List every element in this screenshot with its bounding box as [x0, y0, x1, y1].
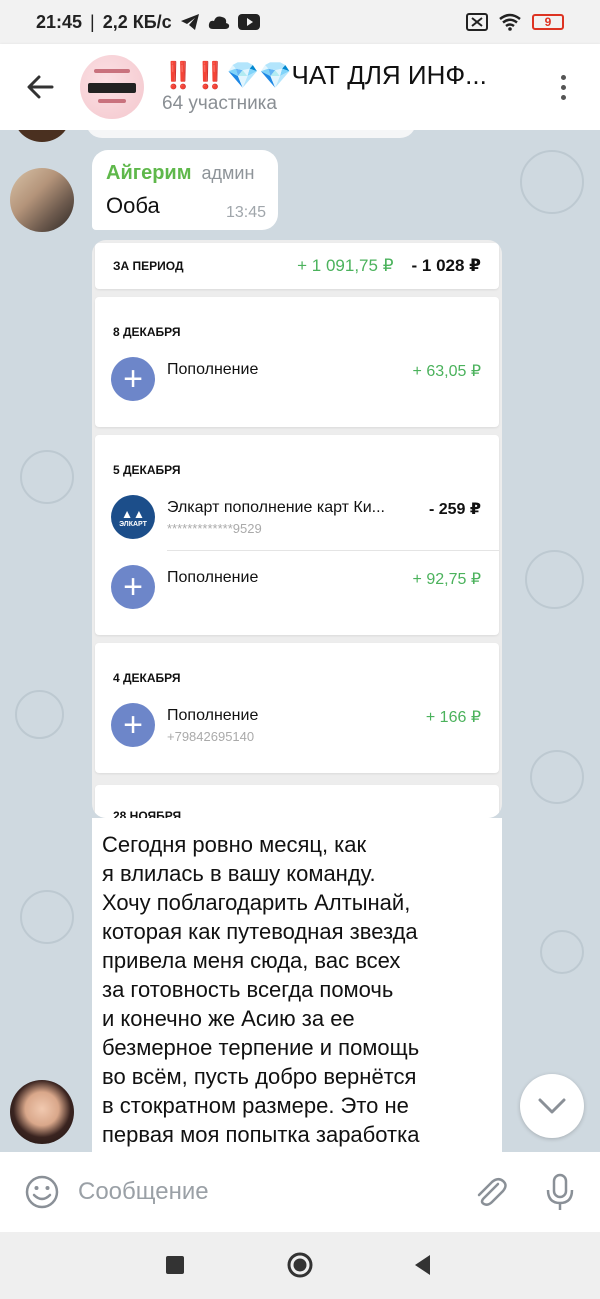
chat-area[interactable]: Айгерим админ Ооба 13:45 ЗА ПЕРИОД + 1 09…: [0, 130, 600, 1152]
transaction-amount: - 259 ₽: [428, 501, 481, 518]
period-summary: ЗА ПЕРИОД + 1 091,75 ₽ - 1 028 ₽: [95, 243, 499, 289]
plus-icon: +: [111, 565, 155, 609]
message-input-bar: Сообщение: [0, 1152, 600, 1232]
transaction-amount: + 63,05 ₽: [412, 363, 481, 380]
transaction-title: Пополнение: [167, 361, 259, 378]
transaction-row: + Пополнение + 92,75 ₽: [95, 557, 499, 617]
sender-avatar[interactable]: [10, 1080, 74, 1144]
chevron-down-icon: [538, 1098, 566, 1114]
statement-image[interactable]: ЗА ПЕРИОД + 1 091,75 ₽ - 1 028 ₽ 8 ДЕКАБ…: [92, 240, 502, 818]
emoji-icon[interactable]: [24, 1174, 60, 1210]
message-bubble: Сегодня ровно месяц, как я влилась в ваш…: [92, 818, 502, 1152]
group-date: 5 ДЕКАБРЯ: [113, 463, 181, 477]
status-time: 21:45: [36, 11, 83, 32]
network-speed: 2,2 КБ/с: [102, 11, 172, 32]
member-count: 64 участника: [162, 92, 277, 114]
message-text: Сегодня ровно месяц, как я влилась в ваш…: [102, 832, 420, 1147]
transaction-row: ▲▲ ЭЛКАРТ Элкарт пополнение карт Ки... **…: [95, 487, 499, 547]
plus-icon: +: [111, 703, 155, 747]
chat-title-area[interactable]: ‼️‼️💎💎ЧАТ ДЛЯ ИНФ... 64 участника: [162, 60, 512, 115]
back-arrow-icon: [27, 75, 54, 99]
scroll-down-button[interactable]: [520, 1074, 584, 1138]
mic-icon[interactable]: [542, 1172, 578, 1212]
sender-avatar[interactable]: [10, 168, 74, 232]
avatar[interactable]: [14, 130, 70, 142]
sender-role: админ: [201, 163, 255, 183]
day-group: 4 ДЕКАБРЯ + Пополнение +79842695140 + 16…: [95, 643, 499, 773]
transaction-subtitle: *************9529: [167, 521, 262, 536]
transaction-subtitle: +79842695140: [167, 729, 255, 744]
transaction-amount: + 92,75 ₽: [412, 571, 481, 588]
youtube-icon: [237, 14, 260, 30]
transaction-title: Пополнение: [167, 569, 259, 586]
wifi-icon: [499, 13, 521, 31]
group-date: 8 ДЕКАБРЯ: [113, 325, 181, 339]
more-vert-icon[interactable]: [548, 72, 578, 102]
transaction-amount: + 166 ₽: [425, 709, 481, 726]
status-right: 9: [466, 13, 564, 31]
message-input[interactable]: Сообщение: [78, 1178, 209, 1206]
cloud-icon: [208, 16, 229, 29]
sender-name[interactable]: Айгерим: [106, 162, 192, 184]
message-time: 13:45: [225, 204, 266, 221]
transaction-row: + Пополнение +79842695140 + 166 ₽: [95, 695, 499, 755]
transaction-row: + Пополнение + 63,05 ₽: [95, 349, 499, 409]
day-group: 8 ДЕКАБРЯ + Пополнение + 63,05 ₽: [95, 297, 499, 427]
attach-icon[interactable]: [470, 1172, 510, 1212]
status-left: 21:45 | 2,2 КБ/с: [36, 12, 260, 33]
chat-header: ‼️‼️💎💎ЧАТ ДЛЯ ИНФ... 64 участника: [0, 44, 600, 130]
back-button[interactable]: [0, 44, 80, 130]
message-bubble: [86, 130, 416, 138]
chat-title: ‼️‼️💎💎ЧАТ ДЛЯ ИНФ...: [162, 59, 487, 90]
elcart-logo: ▲▲ ЭЛКАРТ: [111, 495, 155, 539]
period-label: ЗА ПЕРИОД: [113, 259, 184, 273]
status-bar: 21:45 | 2,2 КБ/с 9: [0, 0, 600, 44]
period-income: + 1 091,75 ₽: [297, 256, 394, 275]
nav-back-button[interactable]: [412, 1253, 432, 1277]
day-group: 28 НОЯБРЯ: [95, 785, 499, 818]
sim-off-icon: [466, 13, 488, 31]
battery-icon: 9: [532, 14, 564, 30]
day-group: 5 ДЕКАБРЯ ▲▲ ЭЛКАРТ Элкарт пополнение кар…: [95, 435, 499, 635]
telegram-icon: [180, 14, 199, 30]
system-nav-bar: [0, 1232, 600, 1299]
recents-button[interactable]: [166, 1256, 184, 1274]
battery-level: 9: [544, 15, 552, 29]
group-avatar[interactable]: [80, 55, 144, 119]
message-bubble: Айгерим админ Ооба 13:45: [92, 150, 278, 230]
group-date-cut: 28 НОЯБРЯ: [113, 809, 182, 818]
period-expense: - 1 028 ₽: [411, 256, 481, 275]
home-button[interactable]: [286, 1251, 314, 1279]
transaction-title: Элкарт пополнение карт Ки...: [167, 499, 385, 516]
group-date: 4 ДЕКАБРЯ: [113, 671, 181, 685]
plus-icon: +: [111, 357, 155, 401]
transaction-title: Пополнение: [167, 707, 259, 724]
